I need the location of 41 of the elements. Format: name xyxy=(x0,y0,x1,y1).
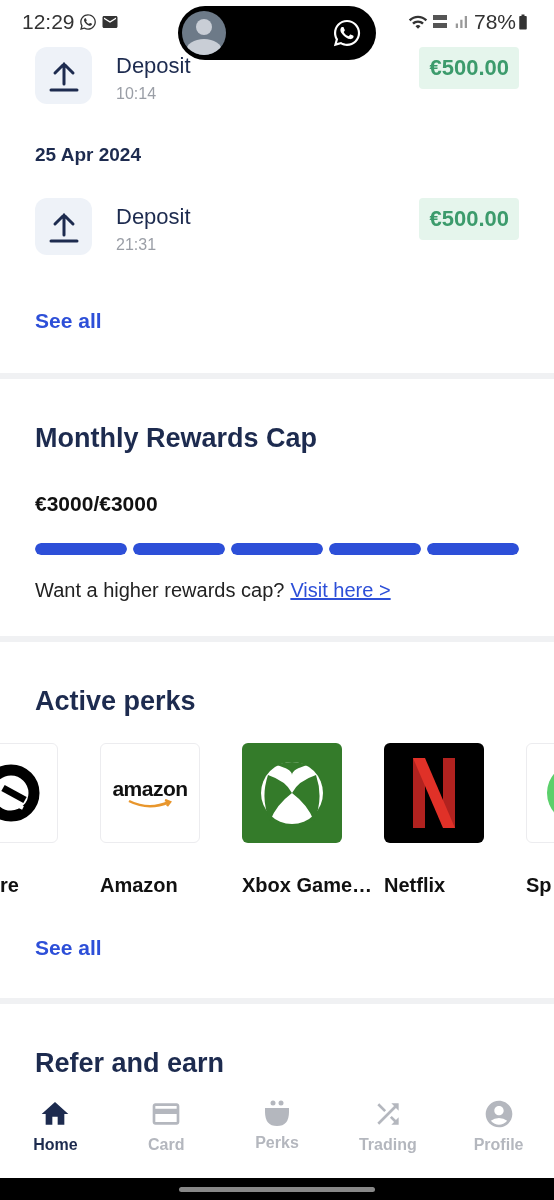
perk-name: Netflix xyxy=(384,873,446,898)
perk-logo-tile[interactable] xyxy=(384,743,484,843)
section-title: Active perks xyxy=(35,686,197,717)
perk-name: Amazon xyxy=(100,873,178,898)
perk-name: Xbox Game… xyxy=(242,873,373,898)
volte-icon xyxy=(431,13,448,31)
whatsapp-icon xyxy=(332,18,362,48)
transaction-row[interactable]: Deposit 10:14 €500.00 xyxy=(35,47,519,144)
transaction-row[interactable]: Deposit 21:31 €500.00 xyxy=(35,198,519,303)
nav-tab[interactable]: Home xyxy=(0,1090,111,1178)
mail-icon xyxy=(100,13,119,31)
transaction-amount: €500.00 xyxy=(419,198,519,240)
pot-icon xyxy=(262,1098,292,1128)
smile-arrow-icon xyxy=(127,798,173,809)
see-all-link[interactable]: See all xyxy=(35,309,102,333)
perk-logo-tile[interactable]: amazon xyxy=(100,743,200,843)
visit-here-link[interactable]: Visit here > xyxy=(290,579,391,602)
upload-icon xyxy=(48,59,79,92)
transaction-title: Deposit xyxy=(116,204,192,230)
section-title: Monthly Rewards Cap xyxy=(35,423,319,454)
status-time: 12:29 xyxy=(22,10,75,34)
rewards-cap-prompt: Want a higher rewards cap? xyxy=(35,579,285,602)
whatsapp-icon xyxy=(78,13,97,31)
rewards-amount: €3000/€3000 xyxy=(35,492,159,516)
transaction-time: 21:31 xyxy=(116,236,158,254)
avatar-icon xyxy=(182,11,226,55)
transaction-title: Deposit xyxy=(116,53,192,79)
perk-name: re xyxy=(0,873,19,898)
perk-logo-tile[interactable] xyxy=(242,743,342,843)
date-heading: 25 Apr 2024 xyxy=(35,144,142,166)
upload-icon xyxy=(48,210,79,243)
home-indicator[interactable] xyxy=(179,1186,375,1192)
see-all-link[interactable]: See all xyxy=(35,936,102,960)
perk-name: Sp xyxy=(526,873,552,898)
section-title: Refer and earn xyxy=(35,1048,226,1079)
amazon-logo-text: amazon xyxy=(112,777,188,799)
xbox-logo-icon xyxy=(260,761,324,825)
transaction-time: 10:14 xyxy=(116,85,158,103)
transaction-amount: €500.00 xyxy=(419,47,519,89)
battery-percent: 78% xyxy=(473,10,516,34)
netflix-logo-icon xyxy=(413,758,455,828)
